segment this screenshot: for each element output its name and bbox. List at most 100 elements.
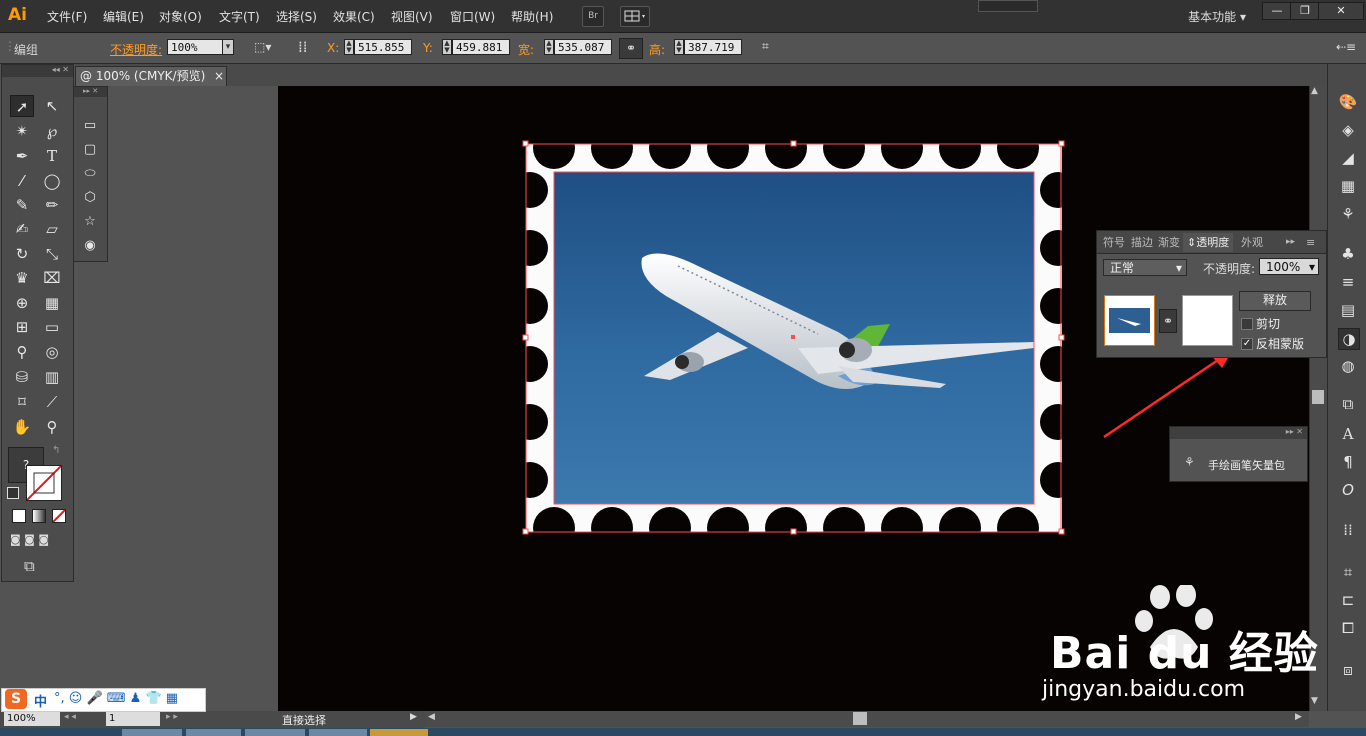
vertical-scroll-thumb[interactable] [1312, 390, 1324, 404]
direct-selection-tool-icon[interactable]: ↖ [40, 95, 64, 117]
align-icon[interactable]: ⧉ [1338, 394, 1358, 414]
swatches-icon[interactable]: ▦ [1338, 176, 1358, 196]
ime-tool-icons[interactable]: °, ☺ 🎤 ⌨ ♟ 👕 ▦ [54, 691, 178, 706]
zoom-tool-icon[interactable]: ⚲ [40, 416, 64, 438]
magic-wand-tool-icon[interactable]: ✴ [10, 120, 34, 142]
star-tool-icon[interactable]: ☆ [78, 211, 102, 233]
polygon-tool-icon[interactable]: ⬡ [78, 187, 102, 209]
close-window-button[interactable]: ✕ [1318, 2, 1364, 20]
artboard-number-field[interactable]: 1 [106, 712, 160, 726]
transform-icon[interactable]: ⌗ [762, 39, 769, 54]
x-spinner[interactable]: ▲ ▼ [344, 39, 354, 55]
status-menu-icon[interactable]: ▶ [410, 712, 417, 722]
color-icon[interactable]: ◢ [1338, 148, 1358, 168]
menu-window[interactable]: 窗口(W) [450, 8, 495, 25]
character-icon[interactable]: A [1338, 424, 1358, 444]
menu-type[interactable]: 文字(T) [219, 8, 260, 25]
tab-symbols[interactable]: 符号 [1103, 233, 1125, 252]
rectangle-tool-icon[interactable]: ▭ [78, 115, 102, 137]
invert-mask-checkbox[interactable]: ✓ [1241, 338, 1253, 350]
menu-help[interactable]: 帮助(H) [511, 8, 553, 25]
panel-options-icon[interactable]: ≡ [1306, 233, 1315, 252]
rounded-rectangle-tool-icon[interactable]: ▢ [78, 139, 102, 161]
none-mode-icon[interactable] [52, 509, 66, 523]
stroke-icon[interactable]: ≡ [1338, 272, 1358, 292]
workspace-switcher[interactable]: 基本功能 ▾ [1188, 8, 1246, 25]
mesh-tool-icon[interactable]: ⊞ [10, 316, 34, 338]
arrange-documents-button[interactable] [620, 6, 650, 27]
x-field[interactable]: 515.855 [354, 39, 412, 55]
screen-mode-icon[interactable]: ⧉ [24, 557, 35, 575]
transparency-icon[interactable]: ◑ [1338, 328, 1360, 350]
minimize-button[interactable]: — [1262, 2, 1292, 20]
reference-point-icon[interactable]: ⬚▾ [254, 40, 271, 54]
align-panel-icon[interactable]: ⊏ [1338, 590, 1358, 610]
free-transform-tool-icon[interactable]: ⌧ [40, 267, 64, 289]
pencil-tool-icon[interactable]: ✏ [40, 194, 64, 216]
appearance-icon[interactable]: ◍ [1338, 356, 1358, 376]
y-field[interactable]: 459.881 [452, 39, 510, 55]
artwork-thumbnail[interactable] [1104, 295, 1155, 346]
flyout-header[interactable]: ▸▸ ✕ [74, 87, 107, 97]
gradient-icon[interactable]: ▤ [1338, 300, 1358, 320]
panel-collapse-icon[interactable]: ▸▸ [1286, 233, 1295, 252]
document-tab[interactable]: @ 100% (CMYK/预览) × [75, 66, 227, 86]
width-spinner[interactable]: ▲ ▼ [544, 39, 554, 55]
artboards-icon[interactable]: ⌗ [1338, 562, 1358, 582]
page-nav-icons[interactable]: ◂ ◂ [64, 712, 76, 722]
y-spinner[interactable]: ▲ ▼ [442, 39, 452, 55]
brushes-icon[interactable]: ⚘ [1338, 204, 1358, 224]
tab-transparency[interactable]: ⇕透明度 [1183, 233, 1234, 252]
taskbar-item[interactable] [186, 729, 241, 736]
stroke-swatch[interactable] [26, 465, 62, 501]
opacity-field[interactable]: 100% [167, 39, 223, 55]
blend-tool-icon[interactable]: ◎ [40, 341, 64, 363]
scale-tool-icon[interactable]: ⤡ [40, 243, 64, 265]
panel-menu-icon[interactable]: ⇠≡ [1336, 40, 1356, 54]
zoom-field[interactable]: 100% [4, 712, 60, 726]
tab-gradient[interactable]: 渐变 [1158, 233, 1180, 252]
tools-panel-header[interactable]: ◂◂ ✕ [2, 65, 73, 77]
height-spinner[interactable]: ▲ ▼ [674, 39, 684, 55]
scroll-left-icon[interactable]: ◀ [428, 712, 435, 722]
scroll-right-icon[interactable]: ▶ [1295, 712, 1302, 722]
transform-panel-icon[interactable]: ⁞⁞ [1338, 520, 1358, 540]
mask-link-icon[interactable]: ⚭ [1159, 309, 1177, 333]
transform-grid-icon[interactable]: ⁞⁞ [298, 38, 308, 56]
tab-appearance[interactable]: 外观 [1241, 233, 1263, 252]
panel-opacity-field[interactable]: 100% ▾ [1259, 258, 1319, 275]
eraser-tool-icon[interactable]: ▱ [40, 218, 64, 240]
menu-object[interactable]: 对象(O) [159, 8, 202, 25]
taskbar-item[interactable] [122, 729, 182, 736]
flare-tool-icon[interactable]: ◉ [78, 235, 102, 257]
tab-stroke[interactable]: 描边 [1131, 233, 1153, 252]
column-graph-tool-icon[interactable]: ▥ [40, 366, 64, 388]
menu-view[interactable]: 视图(V) [391, 8, 433, 25]
close-tab-icon[interactable]: × [214, 67, 224, 86]
horizontal-scrollbar[interactable]: ◀ ▶ [425, 711, 1309, 727]
menu-effect[interactable]: 效果(C) [333, 8, 375, 25]
sogou-logo[interactable]: S [5, 689, 27, 709]
constrain-link-icon[interactable]: ⚭ [619, 38, 643, 59]
links-icon[interactable]: ⧈ [1338, 660, 1358, 680]
release-button[interactable]: 释放 [1239, 291, 1311, 311]
gradient-tool-icon[interactable]: ▭ [40, 316, 64, 338]
hand-tool-icon[interactable]: ✋ [10, 416, 34, 438]
type-tool-icon[interactable]: T [40, 145, 64, 167]
bridge-button[interactable]: Br [582, 6, 604, 27]
opentype-icon[interactable]: O [1338, 480, 1358, 500]
symbols-icon[interactable]: ♣ [1338, 244, 1358, 264]
ellipse-shape-tool-icon[interactable]: ⬭ [78, 163, 102, 185]
blend-mode-select[interactable]: 正常 ▾ [1103, 259, 1187, 276]
menu-edit[interactable]: 编辑(E) [103, 8, 144, 25]
paragraph-icon[interactable]: ¶ [1338, 452, 1358, 472]
scroll-up-icon[interactable]: ▲ [1311, 86, 1318, 96]
menu-select[interactable]: 选择(S) [276, 8, 317, 25]
warp-tool-icon[interactable]: ♛ [10, 267, 34, 289]
restore-button[interactable]: ❐ [1290, 2, 1320, 20]
opacity-label[interactable]: 不透明度: [110, 41, 162, 58]
mask-thumbnail[interactable] [1182, 295, 1233, 346]
taskbar-item[interactable] [309, 729, 367, 736]
gradient-mode-icon[interactable] [32, 509, 46, 523]
height-field[interactable]: 387.719 [684, 39, 742, 55]
